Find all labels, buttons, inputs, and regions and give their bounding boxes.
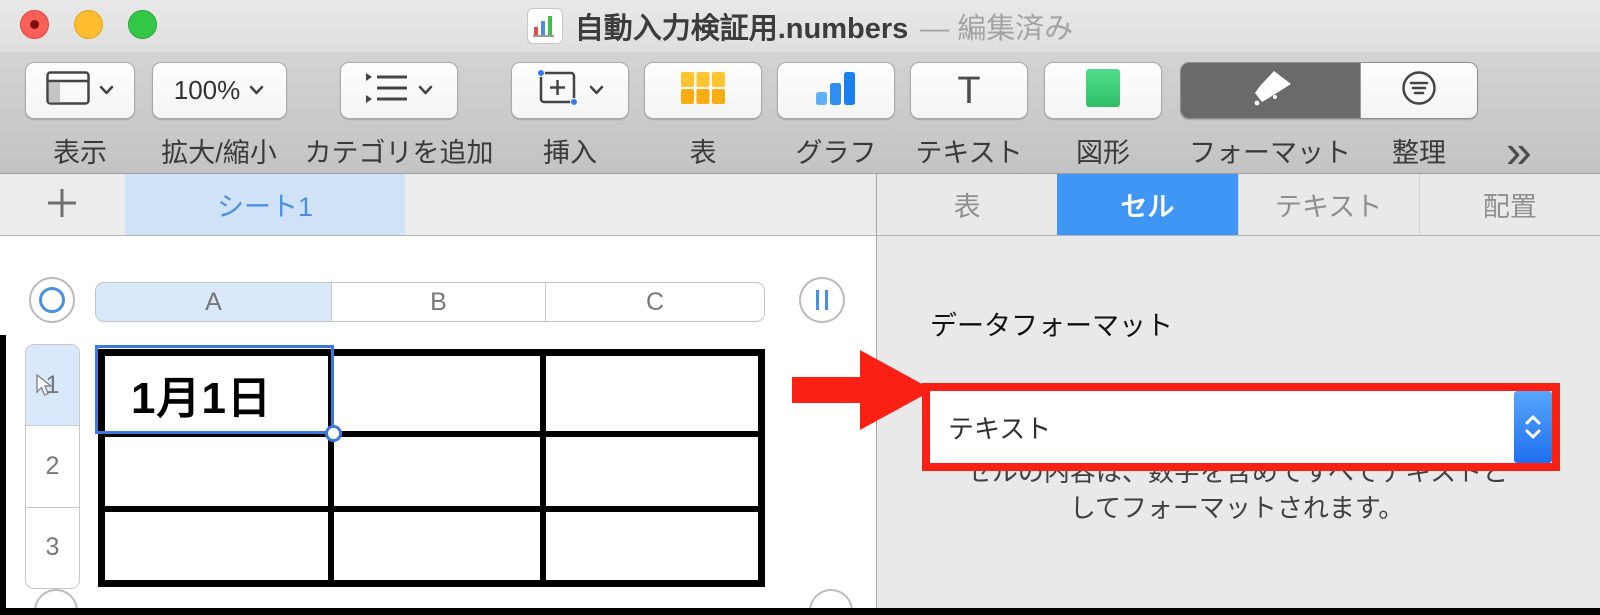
column-header-bar: A B C: [95, 282, 765, 322]
titlebar: 自動入力検証用.numbers — 編集済み: [0, 0, 1600, 52]
cell-b2[interactable]: [333, 437, 540, 506]
numbers-doc-icon: [526, 8, 563, 44]
cell-a2[interactable]: [105, 437, 328, 506]
chevron-down-icon: [99, 82, 114, 100]
toolbar-item-zoom: 100% 拡大/縮小: [144, 62, 294, 170]
toolbar-label: グラフ: [795, 138, 877, 168]
toolbar-label: 図形: [1076, 138, 1130, 168]
sheet-tab-1[interactable]: シート1: [125, 174, 405, 235]
sheet-tab-bar: シート1: [0, 174, 876, 236]
text-button[interactable]: T: [910, 62, 1028, 119]
row-header-3[interactable]: 3: [26, 506, 79, 588]
cell-c1[interactable]: [545, 356, 758, 432]
row-header-2[interactable]: 2: [26, 425, 79, 506]
chevron-down-icon: [589, 82, 604, 100]
column-header-c[interactable]: C: [546, 283, 764, 321]
toolbar-item-add-category: カテゴリを追加: [299, 62, 499, 170]
mouse-cursor-icon: [36, 373, 54, 402]
organize-button[interactable]: [1359, 63, 1477, 118]
tab-text[interactable]: テキスト: [1237, 174, 1419, 235]
toolbar-item-insert: 挿入: [510, 62, 630, 170]
column-header-b[interactable]: B: [331, 283, 546, 321]
add-sheet-button[interactable]: [44, 187, 80, 223]
add-category-button[interactable]: [340, 62, 458, 119]
column-resize-icon: [816, 290, 828, 310]
toolbar-label: 拡大/縮小: [161, 138, 277, 168]
fullscreen-button[interactable]: [128, 10, 157, 39]
toolbar-label: テキスト: [915, 138, 1023, 168]
organize-filter-icon: [1401, 70, 1437, 111]
shape-button[interactable]: [1044, 62, 1162, 119]
category-list-icon: [365, 72, 409, 109]
toolbar-label: フォーマット: [1189, 138, 1351, 168]
chart-button[interactable]: [777, 62, 895, 119]
screenshot-bottom-edge: [0, 608, 1600, 615]
close-button[interactable]: [20, 10, 49, 39]
zoom-button[interactable]: 100%: [151, 62, 287, 119]
format-description-line2: してフォーマットされます。: [1069, 493, 1405, 523]
toolbar-label: 挿入: [543, 138, 597, 168]
format-organize-group: フォーマット 整理: [1180, 62, 1478, 170]
tab-arrange[interactable]: 配置: [1418, 174, 1600, 235]
annotation-highlight-box: テキスト: [922, 383, 1560, 471]
cell-c3[interactable]: [545, 511, 758, 580]
tab-cell[interactable]: セル: [1057, 174, 1238, 235]
insert-button[interactable]: [511, 62, 629, 119]
plus-icon: [46, 187, 78, 224]
toolbar-item-text: T テキスト: [909, 62, 1029, 170]
data-format-label: データフォーマット: [930, 311, 1173, 341]
cell-a1[interactable]: 1月1日: [105, 356, 328, 432]
window-panes-icon: [46, 71, 90, 110]
toolbar-overflow-button[interactable]: »: [1506, 124, 1532, 178]
document-title: 自動入力検証用.numbers: [574, 13, 909, 45]
toolbar-item-view: 表示: [25, 62, 135, 170]
tab-table[interactable]: 表: [877, 174, 1057, 235]
minimize-button[interactable]: [74, 10, 103, 39]
dropdown-selected-value: テキスト: [948, 413, 1052, 444]
chevron-down-icon: [249, 82, 264, 100]
bar-chart-icon: [814, 70, 858, 111]
traffic-lights: [20, 10, 157, 39]
cell-c2[interactable]: [545, 437, 758, 506]
numbers-window: 自動入力検証用.numbers — 編集済み 表示 100% 拡大/縮小 カテゴ…: [0, 0, 1600, 615]
data-format-dropdown[interactable]: テキスト: [930, 391, 1552, 463]
toolbar-label: 表: [689, 138, 717, 168]
toolbar-label: 整理: [1392, 138, 1446, 168]
cell-a3[interactable]: [105, 511, 328, 580]
paintbrush-icon: [1248, 70, 1292, 111]
cell-b3[interactable]: [333, 511, 540, 580]
inspector-tabs: 表 セル テキスト 配置: [876, 174, 1600, 236]
table: 1月1日: [98, 349, 765, 587]
document-edited-status: — 編集済み: [920, 13, 1074, 45]
text-tool-icon: T: [957, 69, 981, 112]
format-button[interactable]: [1181, 63, 1360, 118]
segmented-buttons: [1180, 62, 1478, 119]
cell-b1[interactable]: [333, 356, 540, 432]
zoom-value: 100%: [173, 75, 241, 105]
column-header-a[interactable]: A: [96, 283, 331, 321]
screenshot-left-edge: [0, 335, 6, 608]
chevron-down-icon: [418, 82, 433, 100]
toolbar-label: 表示: [53, 138, 107, 168]
dropdown-stepper-icon[interactable]: [1514, 391, 1552, 463]
window-title-group: 自動入力検証用.numbers — 編集済み: [526, 5, 1074, 47]
green-square-icon: [1085, 68, 1121, 113]
insert-plus-icon: [536, 69, 580, 112]
selection-fill-handle[interactable]: [325, 425, 342, 442]
table-select-handle[interactable]: [29, 277, 75, 323]
toolbar: 表示 100% 拡大/縮小 カテゴリを追加 挿入 表 グラフ T テキスト 図形…: [0, 52, 1600, 177]
toolbar-item-table: 表: [643, 62, 763, 170]
annotation-arrow-icon: [790, 348, 938, 437]
tabs-row: シート1 表 セル テキスト 配置: [0, 174, 1600, 236]
toolbar-item-shape: 図形: [1043, 62, 1163, 170]
toolbar-item-chart: グラフ: [776, 62, 896, 170]
table-grid-icon: [680, 71, 726, 110]
table-button[interactable]: [644, 62, 762, 119]
table-handle-ring-icon: [39, 287, 65, 313]
add-column-handle[interactable]: [799, 277, 845, 323]
sheet-canvas: A B C 1 2 3 1月1日: [0, 236, 876, 615]
view-button[interactable]: [25, 62, 135, 119]
segmented-labels: フォーマット 整理: [1180, 131, 1478, 170]
toolbar-label: カテゴリを追加: [304, 138, 494, 168]
